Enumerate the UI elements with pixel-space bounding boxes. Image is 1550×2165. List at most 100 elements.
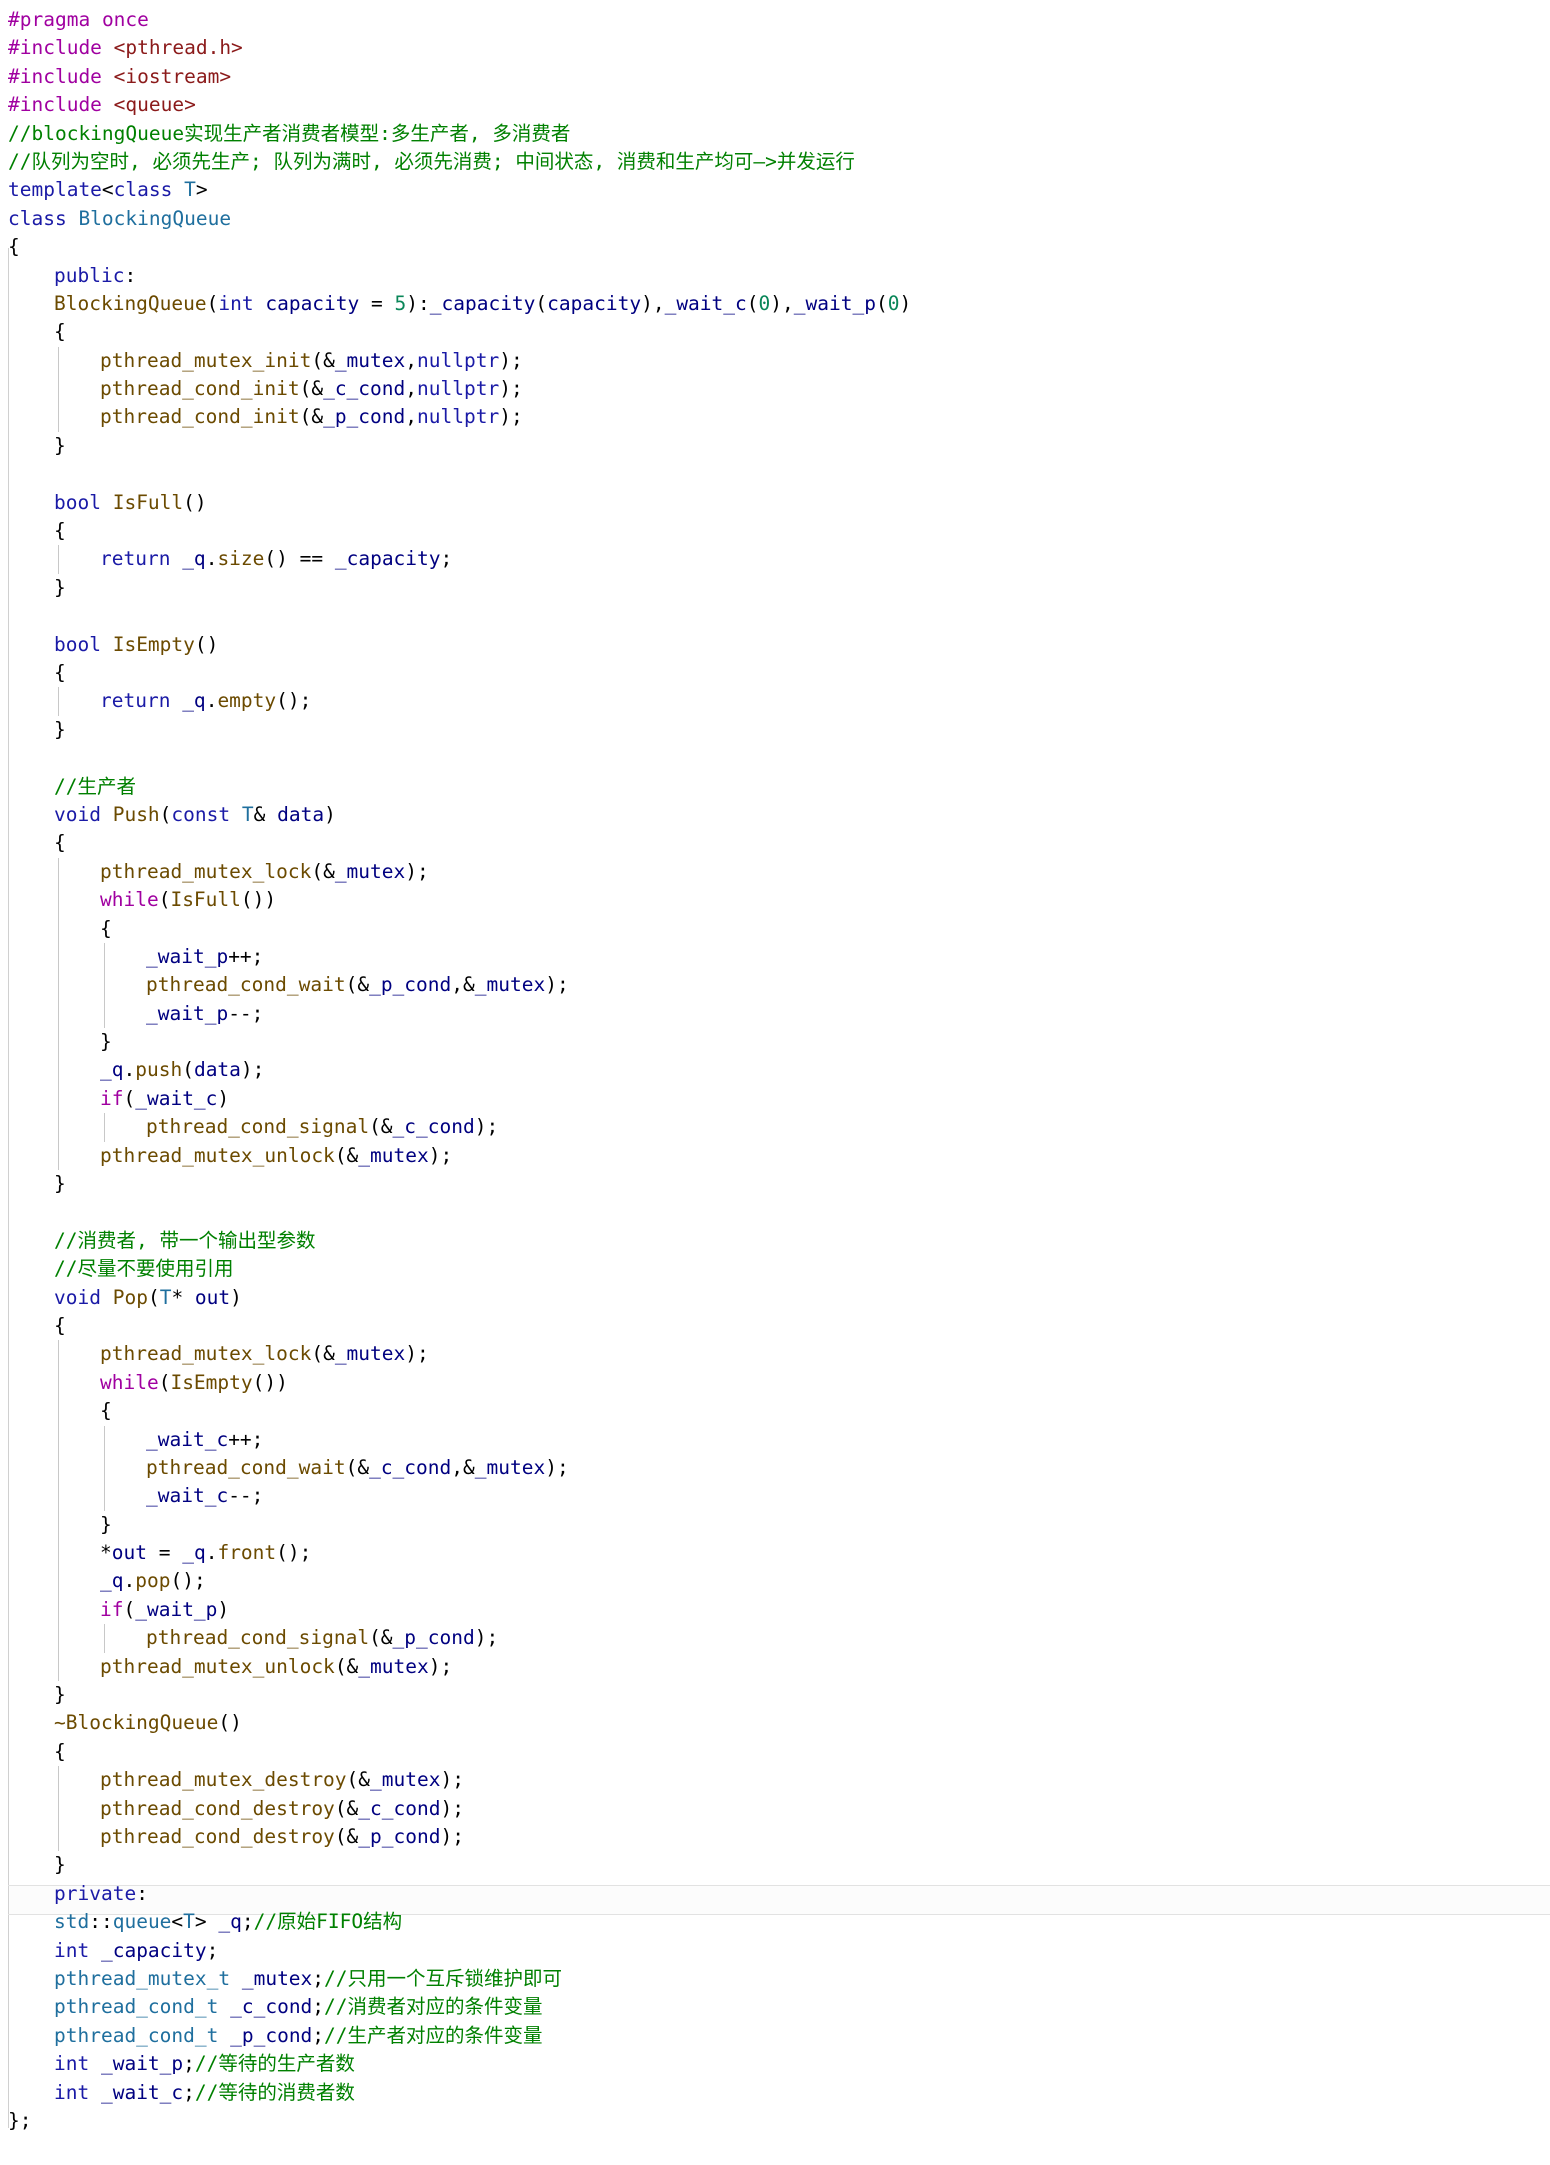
code-line[interactable]: while(IsFull()) — [8, 886, 911, 915]
code-token: : — [124, 263, 137, 287]
code-line[interactable]: { — [8, 1397, 911, 1426]
code-line[interactable]: } — [8, 1028, 911, 1057]
code-line[interactable]: template<class T> — [8, 176, 911, 204]
code-line[interactable]: #include <pthread.h> — [8, 34, 911, 62]
code-line[interactable]: { — [8, 829, 911, 857]
code-line[interactable]: pthread_cond_t _c_cond;//消费者对应的条件变量 — [8, 1993, 911, 2021]
code-line[interactable]: { — [8, 659, 911, 687]
code-line[interactable]: int _wait_c;//等待的消费者数 — [8, 2079, 911, 2107]
code-token: ), — [770, 291, 794, 315]
code-line[interactable]: } — [8, 1851, 911, 1879]
indent-guide — [58, 857, 59, 887]
code-token: } — [54, 1853, 66, 1877]
code-line[interactable]: pthread_cond_init(&_p_cond,nullptr); — [8, 403, 911, 432]
code-token: ) — [899, 291, 912, 315]
code-line[interactable]: pthread_cond_wait(&_c_cond,&_mutex); — [8, 1453, 911, 1483]
code-line[interactable]: _wait_p++; — [8, 942, 911, 972]
code-token: _q — [218, 1910, 242, 1934]
code-line[interactable]: bool IsEmpty() — [8, 631, 911, 659]
code-line[interactable] — [8, 460, 911, 488]
code-line[interactable]: { — [8, 233, 911, 261]
code-line[interactable]: _q.pop(); — [8, 1567, 911, 1596]
code-token: ) — [324, 802, 336, 826]
code-line[interactable]: BlockingQueue(int capacity = 5):_capacit… — [8, 290, 911, 318]
code-line[interactable]: //尽量不要使用引用 — [8, 1255, 911, 1283]
code-line[interactable]: //队列为空时, 必须先生产; 队列为满时, 必须先消费; 中间状态, 消费和生… — [8, 148, 911, 176]
code-line[interactable] — [8, 744, 911, 772]
code-line[interactable]: { — [8, 1312, 911, 1340]
code-token: (); — [170, 1569, 206, 1593]
code-line[interactable]: int _capacity; — [8, 1937, 911, 1965]
code-line[interactable]: pthread_cond_signal(&_p_cond); — [8, 1624, 911, 1653]
code-line[interactable]: return _q.size() == _capacity; — [8, 545, 911, 574]
code-line[interactable]: } — [8, 1170, 911, 1198]
code-editor[interactable]: #pragma once #include <pthread.h> #include… — [0, 0, 1550, 2165]
code-token: return — [100, 547, 171, 571]
code-line[interactable] — [8, 1198, 911, 1226]
code-line[interactable]: } — [8, 1681, 911, 1709]
code-line[interactable]: public: — [8, 262, 911, 290]
code-line[interactable]: pthread_mutex_unlock(&_mutex); — [8, 1141, 911, 1171]
code-line[interactable]: pthread_cond_wait(&_p_cond,&_mutex); — [8, 971, 911, 1000]
code-token: public — [54, 263, 125, 287]
code-token: < — [101, 178, 114, 202]
code-line[interactable]: { — [8, 517, 911, 545]
code-token: _p_cond — [358, 1825, 441, 1848]
code-line[interactable]: if(_wait_p) — [8, 1595, 911, 1625]
code-token: ( — [182, 1058, 194, 1082]
code-line[interactable]: void Push(const T& data) — [8, 801, 911, 829]
code-line[interactable]: { — [8, 914, 911, 943]
code-line[interactable]: _wait_c++; — [8, 1425, 911, 1454]
code-line[interactable]: } — [8, 1510, 911, 1540]
code-line[interactable]: pthread_cond_destroy(&_p_cond); — [8, 1823, 911, 1852]
code-line[interactable]: pthread_mutex_lock(&_mutex); — [8, 857, 911, 887]
code-line[interactable]: #include <iostream> — [8, 63, 911, 91]
code-token: _mutex — [358, 1654, 429, 1678]
code-line[interactable]: void Pop(T* out) — [8, 1284, 911, 1312]
code-token: pthread_cond_destroy — [100, 1825, 335, 1848]
code-view[interactable]: #pragma once #include <pthread.h> #include… — [8, 6, 911, 2135]
code-line[interactable]: if(_wait_c) — [8, 1084, 911, 1114]
code-line[interactable]: class BlockingQueue — [8, 205, 911, 233]
code-line[interactable]: _wait_p--; — [8, 999, 911, 1029]
indent-guide — [58, 1453, 59, 1483]
code-line[interactable]: } — [8, 716, 911, 744]
code-line[interactable]: } — [8, 574, 911, 602]
code-line[interactable]: } — [8, 432, 911, 460]
code-token: T — [172, 178, 196, 202]
code-line[interactable]: { — [8, 318, 911, 346]
code-line[interactable]: pthread_mutex_lock(&_mutex); — [8, 1340, 911, 1369]
code-line[interactable]: pthread_mutex_destroy(&_mutex); — [8, 1766, 911, 1795]
code-line[interactable]: bool IsFull() — [8, 489, 911, 517]
code-line[interactable]: pthread_cond_destroy(&_c_cond); — [8, 1794, 911, 1823]
code-line[interactable]: return _q.empty(); — [8, 687, 911, 716]
code-line[interactable]: _q.push(data); — [8, 1056, 911, 1085]
code-line[interactable] — [8, 602, 911, 630]
code-line[interactable]: pthread_mutex_t _mutex;//只用一个互斥锁维护即可 — [8, 1965, 911, 1993]
code-line[interactable]: #pragma once — [8, 6, 911, 34]
code-token: _p_cond — [218, 2023, 313, 2047]
code-line[interactable]: private: — [8, 1880, 911, 1908]
code-line[interactable]: ~BlockingQueue() — [8, 1709, 911, 1737]
code-token: //消费者对应的条件变量 — [324, 1995, 543, 2019]
code-token: Push — [100, 802, 160, 826]
code-line[interactable]: }; — [8, 2107, 911, 2135]
code-line[interactable]: //blockingQueue实现生产者消费者模型:多生产者, 多消费者 — [8, 120, 911, 148]
code-line[interactable]: pthread_mutex_unlock(&_mutex); — [8, 1652, 911, 1682]
code-line[interactable]: _wait_c--; — [8, 1482, 911, 1511]
code-line[interactable]: #include <queue> — [8, 91, 911, 119]
code-line[interactable]: while(IsEmpty()) — [8, 1368, 911, 1398]
indent-guide — [58, 1823, 59, 1852]
code-line[interactable]: *out = _q.front(); — [8, 1539, 911, 1568]
code-line[interactable]: pthread_cond_t _p_cond;//生产者对应的条件变量 — [8, 2022, 911, 2050]
code-token: return — [100, 689, 171, 713]
indent-guide — [104, 1624, 105, 1653]
code-line[interactable]: pthread_cond_init(&_c_cond,nullptr); — [8, 375, 911, 404]
code-line[interactable]: std::queue<T> _q;//原始FIFO结构 — [8, 1908, 911, 1936]
code-line[interactable]: { — [8, 1738, 911, 1766]
code-line[interactable]: //生产者 — [8, 773, 911, 801]
code-line[interactable]: pthread_cond_signal(&_c_cond); — [8, 1113, 911, 1142]
code-line[interactable]: int _wait_p;//等待的生产者数 — [8, 2050, 911, 2078]
code-line[interactable]: //消费者, 带一个输出型参数 — [8, 1227, 911, 1255]
code-line[interactable]: pthread_mutex_init(&_mutex,nullptr); — [8, 346, 911, 376]
